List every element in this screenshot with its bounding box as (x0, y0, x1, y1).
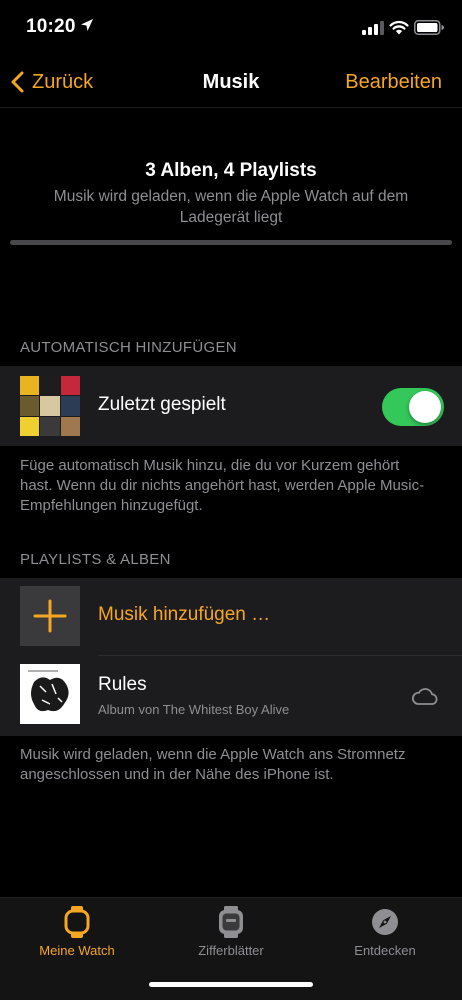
album-title: Rules (98, 674, 147, 695)
sync-progress-bar (10, 240, 452, 245)
recently-played-label: Zuletzt gespielt (98, 394, 226, 415)
add-music-label: Musik hinzufügen … (98, 604, 271, 625)
add-music-row[interactable]: Musik hinzufügen … (0, 578, 462, 656)
section-header-auto-add: AUTOMATISCH HINZUFÜGEN (20, 339, 237, 356)
cellular-signal-icon (362, 21, 384, 35)
navigation-bar: Zurück Musik Bearbeiten (0, 56, 462, 108)
recently-played-artwork (20, 376, 80, 436)
compass-icon (372, 909, 398, 935)
section-header-playlists: PLAYLISTS & ALBEN (20, 551, 171, 568)
watch-face-icon (219, 906, 243, 938)
tab-label: Meine Watch (39, 943, 115, 958)
tab-my-watch[interactable]: Meine Watch (0, 898, 154, 968)
sync-summary: 3 Alben, 4 Playlists Musik wird geladen,… (0, 160, 462, 228)
album-subtitle: Album von The Whitest Boy Alive (98, 702, 290, 717)
auto-add-footer: Füge automatisch Musik hinzu, die du vor… (20, 457, 425, 514)
toggle-knob (409, 391, 441, 423)
tab-discover[interactable]: Entdecken (308, 898, 462, 968)
plus-icon (33, 599, 67, 633)
tab-label: Zifferblätter (198, 943, 264, 958)
album-row[interactable]: Rules Album von The Whitest Boy Alive (0, 656, 462, 736)
playlists-footer: Musik wird geladen, wenn die Apple Watch… (20, 746, 406, 783)
add-tile (20, 586, 80, 646)
edit-button[interactable]: Bearbeiten (345, 56, 442, 108)
tab-watch-faces[interactable]: Zifferblätter (154, 898, 308, 968)
back-button[interactable]: Zurück (10, 56, 93, 108)
recently-played-toggle[interactable] (382, 388, 444, 426)
recently-played-row: Zuletzt gespielt (0, 366, 462, 446)
cloud-icon (412, 688, 438, 705)
back-button-label: Zurück (32, 70, 94, 93)
album-cover (20, 664, 80, 724)
tab-label: Entdecken (354, 943, 416, 958)
sync-subtitle: Musik wird geladen, wenn die Apple Watch… (53, 188, 409, 226)
chevron-left-icon (11, 71, 24, 93)
watch-icon (64, 906, 90, 938)
sync-title: 3 Alben, 4 Playlists (145, 160, 317, 181)
home-indicator[interactable] (149, 982, 313, 987)
status-time: 10:20 (26, 16, 76, 37)
battery-icon (414, 20, 444, 35)
status-bar: 10:20 (0, 0, 462, 56)
location-arrow-icon (81, 19, 93, 31)
wifi-icon (389, 20, 409, 35)
album-cover-art (20, 664, 80, 724)
